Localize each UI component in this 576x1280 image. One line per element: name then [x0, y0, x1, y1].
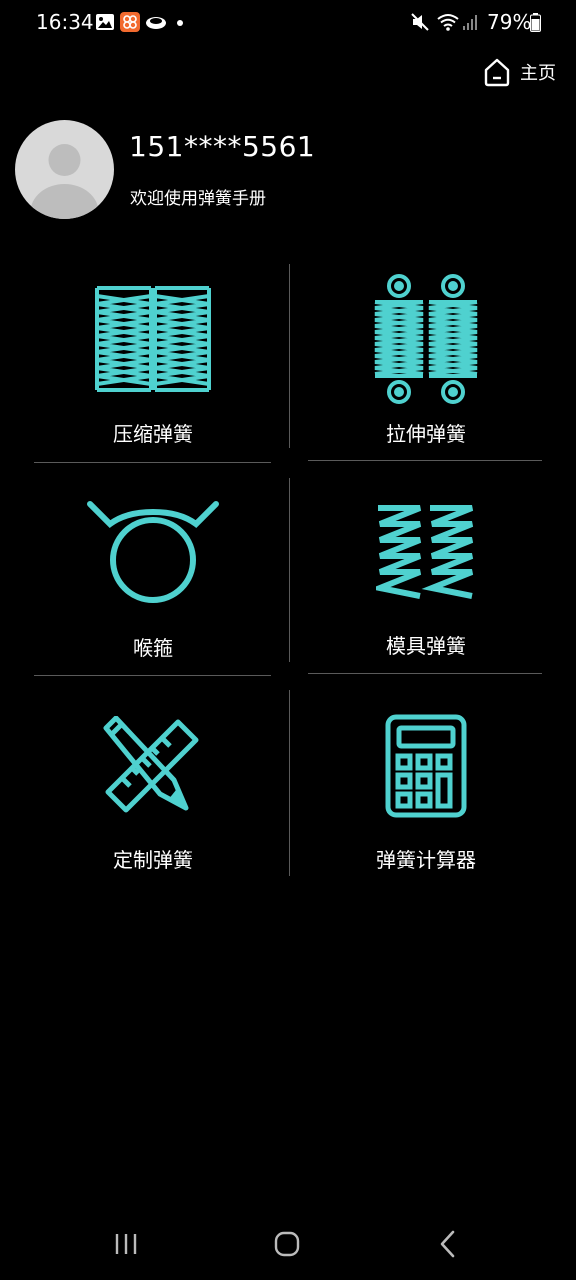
grid-divider-h-1a: [34, 462, 271, 463]
user-phone: 151****5561: [129, 130, 316, 163]
battery-percent: 79%: [487, 10, 532, 34]
battery-icon: [530, 13, 541, 32]
menu-item-label: 拉伸弹簧: [386, 422, 466, 446]
back-button[interactable]: [424, 1222, 472, 1266]
home-link[interactable]: 主页: [482, 56, 566, 88]
system-nav-bar: [0, 1208, 576, 1280]
home-label: 主页: [520, 63, 556, 84]
recent-apps-icon: [115, 1234, 137, 1254]
welcome-text: 欢迎使用弹簧手册: [130, 189, 266, 209]
menu-item-spring-calculator[interactable]: 弹簧计算器: [301, 694, 551, 884]
status-bar: 16:34 79%: [0, 0, 576, 46]
menu-item-custom-spring[interactable]: 定制弹簧: [28, 694, 278, 884]
menu-item-die-spring[interactable]: 模具弹簧: [301, 482, 551, 672]
calculator-icon: [385, 714, 467, 818]
gallery-icon: [96, 14, 114, 30]
hose-clamp-icon: [87, 501, 219, 603]
wifi-icon: [437, 14, 459, 31]
signal-icon: [463, 15, 477, 30]
die-spring-icon: [376, 505, 474, 599]
grid-divider-vertical-3: [289, 690, 290, 876]
extension-spring-icon: [374, 274, 478, 404]
compression-spring-icon: [95, 286, 211, 392]
menu-item-compression-spring[interactable]: 压缩弹簧: [28, 268, 278, 458]
home-button-icon: [274, 1231, 300, 1257]
grid-divider-h-1b: [308, 460, 542, 461]
mute-icon: [411, 13, 429, 31]
menu-item-extension-spring[interactable]: 拉伸弹簧: [301, 268, 551, 458]
home-icon: [484, 58, 510, 87]
menu-item-label: 定制弹簧: [113, 848, 193, 872]
custom-design-icon: [103, 716, 199, 813]
avatar[interactable]: [15, 120, 114, 219]
menu-item-hose-clamp[interactable]: 喉箍: [28, 482, 278, 672]
menu-item-label: 模具弹簧: [386, 634, 466, 658]
menu-item-label: 压缩弹簧: [113, 422, 193, 446]
notification-dot: [177, 20, 183, 26]
grid-divider-h-2b: [308, 673, 542, 674]
app-icon: [120, 12, 140, 32]
back-icon: [440, 1230, 455, 1258]
cloud-icon: [146, 17, 166, 29]
recent-apps-button[interactable]: [102, 1222, 150, 1266]
grid-divider-h-2a: [34, 675, 271, 676]
menu-item-label: 弹簧计算器: [376, 848, 476, 872]
avatar-icon: [30, 144, 99, 219]
menu-item-label: 喉箍: [133, 636, 173, 660]
grid-divider-vertical-1: [289, 264, 290, 448]
status-time: 16:34: [36, 10, 94, 34]
grid-divider-vertical-2: [289, 478, 290, 662]
nav-home-button[interactable]: [263, 1222, 311, 1266]
